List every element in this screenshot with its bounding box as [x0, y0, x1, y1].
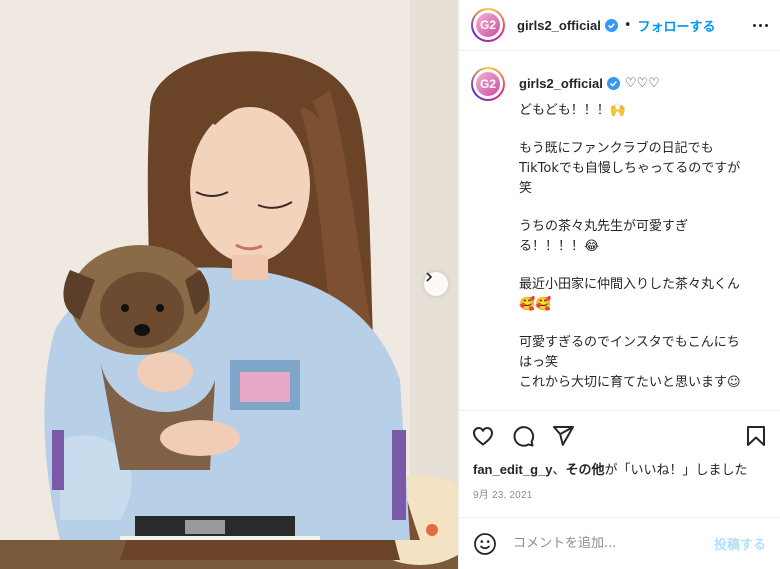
- avatar-ring-inner: G2: [473, 69, 503, 99]
- verified-badge-icon: [604, 18, 618, 32]
- caption-gap: [519, 393, 759, 410]
- likes-others-link[interactable]: その他: [566, 462, 605, 477]
- caption-gap: [519, 257, 759, 275]
- action-bar: [459, 411, 780, 461]
- caption-line: TikTokでも自慢しちゃってるのですが: [519, 161, 741, 176]
- caption-line: る！！！！😂: [519, 239, 600, 254]
- caption-gap: [519, 199, 759, 217]
- verified-badge-icon: [606, 76, 620, 90]
- bookmark-icon[interactable]: [744, 424, 768, 448]
- caption-gap: [519, 315, 759, 333]
- caption-gap: [519, 121, 759, 139]
- instagram-post-view: G2 girls2_official • フォローする G2 girls2_of…: [0, 0, 780, 569]
- caption-area: G2 girls2_official ♡♡♡ どもども！！！🙌 もう既にファンクラ…: [459, 51, 780, 411]
- more-icon[interactable]: [753, 23, 768, 27]
- caption-line: これから大切に育てたいと思います☺: [519, 375, 741, 390]
- caption-line: 🥰🥰: [519, 297, 552, 312]
- avatar-ring-inner: G2: [473, 10, 503, 40]
- heart-icon[interactable]: [471, 424, 495, 448]
- post-date[interactable]: 9月 23, 2021: [459, 480, 780, 502]
- comment-icon[interactable]: [511, 424, 535, 448]
- likes-suffix: が「いいね！」しました: [604, 463, 748, 478]
- liker-username[interactable]: fan_edit_g_y: [473, 462, 552, 477]
- caption-header: girls2_official ♡♡♡: [519, 73, 759, 93]
- more-dot: [759, 23, 762, 27]
- share-icon[interactable]: [551, 424, 575, 448]
- caption-line: 最近小田家に仲間入りした茶々丸くん: [519, 277, 741, 292]
- comment-input[interactable]: [511, 535, 714, 552]
- more-dot: [765, 23, 768, 27]
- caption-line: もう既にファンクラブの日記でも: [519, 141, 714, 156]
- post-header: G2 girls2_official • フォローする: [459, 0, 780, 51]
- caption-username[interactable]: girls2_official: [519, 76, 603, 91]
- caption-line: うちの茶々丸先生が可愛すぎ: [519, 219, 689, 234]
- carousel-next-button[interactable]: [424, 272, 448, 296]
- caption: girls2_official ♡♡♡ どもども！！！🙌 もう既にファンクラブの日…: [519, 67, 759, 410]
- emoji-icon[interactable]: [473, 532, 497, 556]
- caption-line: 可愛すぎるのでインスタでもこんにち: [519, 335, 740, 350]
- caption-hearts: ♡♡♡: [624, 75, 660, 91]
- post-comment-button[interactable]: 投稿する: [714, 534, 766, 553]
- header-username[interactable]: girls2_official: [517, 18, 601, 33]
- avatar[interactable]: G2: [471, 8, 505, 42]
- post-photo[interactable]: [0, 0, 458, 569]
- caption-text: どもども！！！🙌 もう既にファンクラブの日記でも TikTokでも自慢しちゃってるの…: [519, 101, 759, 410]
- caption-line: 笑: [519, 181, 533, 196]
- avatar-logo: G2: [476, 72, 500, 96]
- avatar-logo: G2: [476, 13, 500, 37]
- caption-avatar[interactable]: G2: [471, 67, 505, 101]
- comment-bar: 投稿する: [459, 517, 780, 569]
- caption-line: どもども！！！🙌: [519, 103, 626, 118]
- likes-summary: fan_edit_g_y、その他が「いいね！」しました: [459, 461, 780, 480]
- chevron-right-icon: [426, 272, 433, 282]
- likes-separator: 、: [552, 463, 566, 478]
- more-dot: [753, 23, 756, 27]
- photo-illustration: [0, 0, 458, 569]
- follow-button[interactable]: フォローする: [637, 16, 715, 35]
- post-details-panel: G2 girls2_official • フォローする G2 girls2_of…: [458, 0, 780, 569]
- caption-line: はっ笑: [519, 355, 559, 370]
- header-separator: •: [623, 17, 632, 33]
